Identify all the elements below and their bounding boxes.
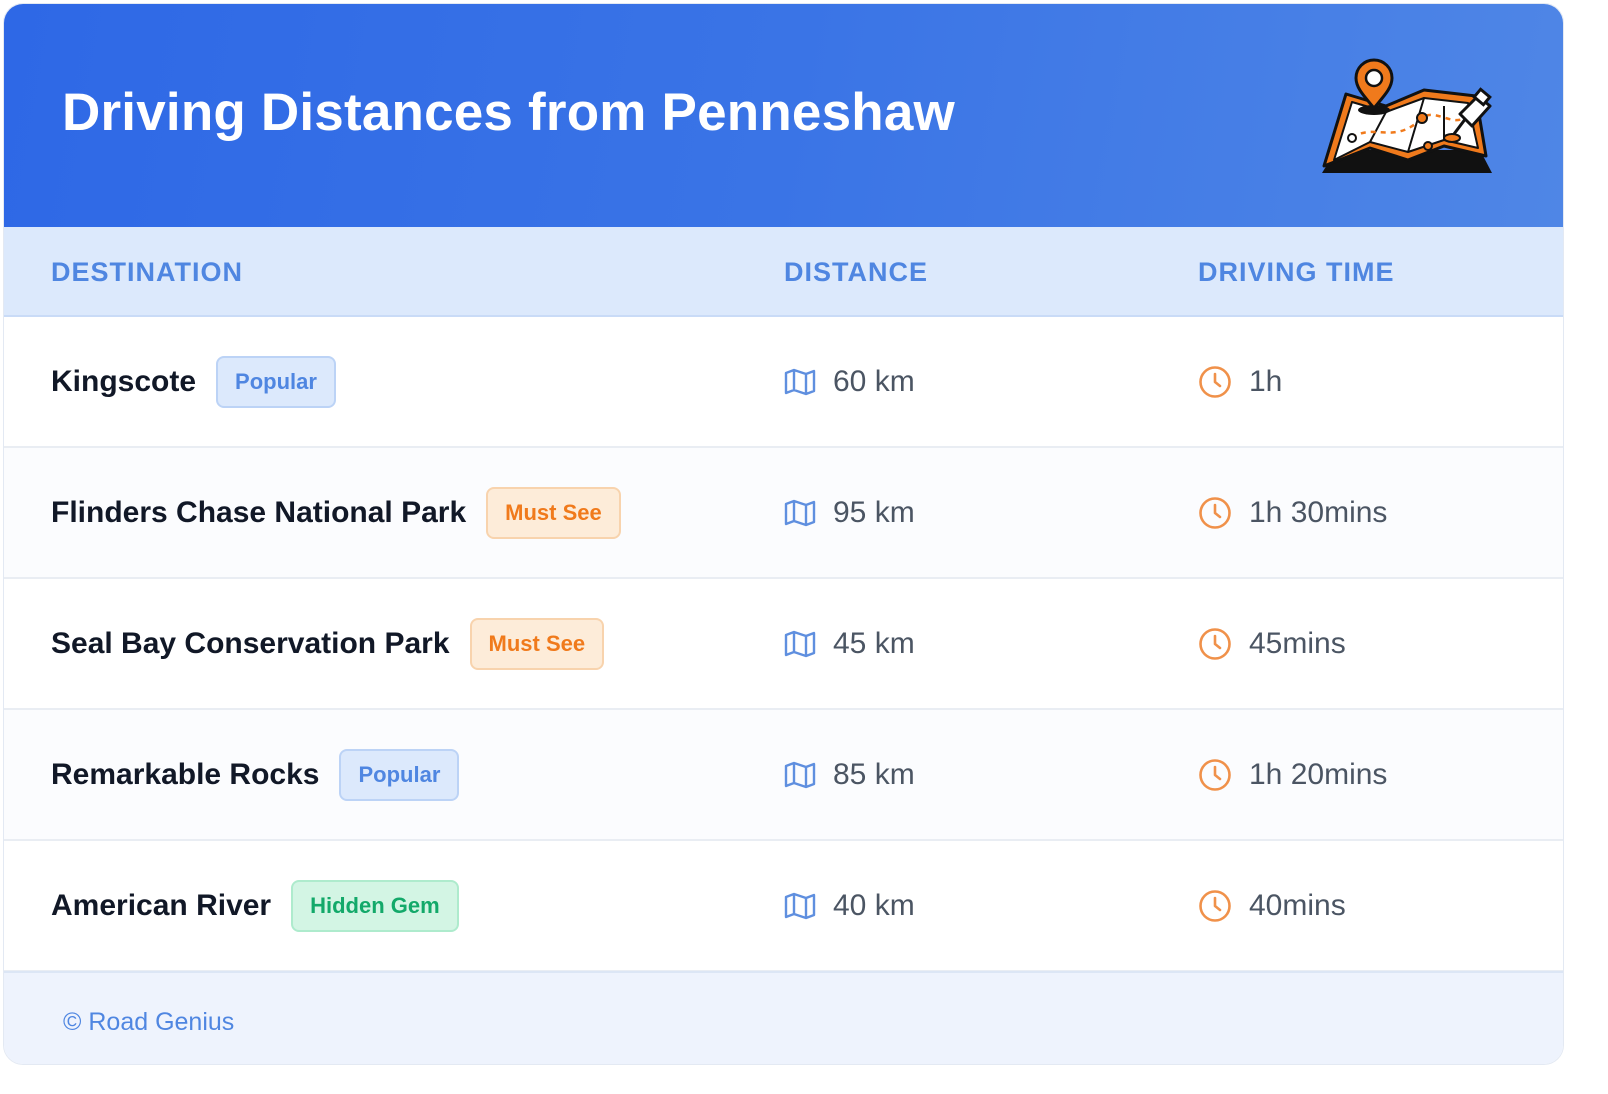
tag-badge: Hidden Gem [291, 879, 459, 932]
table-row: Flinders Chase National Park Must See 95… [4, 448, 1563, 579]
distance-cell: 60 km [784, 317, 915, 446]
distance-cell: 85 km [784, 710, 915, 839]
column-header-destination: DESTINATION [51, 257, 243, 287]
tag-badge: Must See [469, 617, 605, 670]
distance-value: 45 km [833, 626, 915, 660]
time-cell: 1h [1198, 317, 1282, 446]
time-value: 1h [1249, 364, 1283, 398]
clock-icon [1199, 496, 1231, 529]
time-value: 1h 30mins [1249, 495, 1388, 529]
table-row: Remarkable Rocks Popular 85 km 1h 20mins [4, 710, 1563, 841]
time-value: 40mins [1249, 888, 1346, 922]
destination-name: Seal Bay Conservation Park [51, 626, 450, 660]
table-header: DESTINATION DISTANCE DRIVING TIME [4, 227, 1563, 317]
distance-cell: 95 km [784, 448, 915, 577]
time-cell: 1h 20mins [1198, 710, 1387, 839]
clock-icon [1199, 758, 1231, 791]
time-value: 45mins [1249, 626, 1346, 660]
map-with-pins-icon [1322, 58, 1492, 173]
distance-cell: 40 km [784, 841, 915, 970]
time-cell: 40mins [1198, 841, 1346, 970]
table-row: Kingscote Popular 60 km 1h [4, 317, 1563, 448]
clock-icon [1199, 365, 1231, 398]
distance-card: Driving Distances from Penneshaw DESTINA… [3, 3, 1564, 1065]
tag-badge: Must See [486, 486, 621, 539]
destination-name: Remarkable Rocks [51, 757, 320, 791]
distance-value: 95 km [833, 495, 915, 529]
distance-value: 60 km [833, 364, 915, 398]
copyright-text: © Road Genius [63, 1008, 235, 1036]
map-icon [784, 761, 816, 788]
map-icon [784, 892, 816, 919]
map-icon [784, 630, 816, 657]
time-cell: 45mins [1198, 579, 1346, 708]
time-cell: 1h 30mins [1198, 448, 1387, 577]
destination-name: Kingscote [51, 364, 197, 398]
distance-cell: 45 km [784, 579, 915, 708]
distance-value: 40 km [833, 888, 915, 922]
column-header-distance: DISTANCE [784, 257, 929, 287]
clock-icon [1199, 889, 1231, 922]
destination-name: American River [51, 888, 272, 922]
table-row: Seal Bay Conservation Park Must See 45 k… [4, 579, 1563, 710]
page-title: Driving Distances from Penneshaw [62, 83, 955, 142]
distance-value: 85 km [833, 757, 915, 791]
time-value: 1h 20mins [1249, 757, 1388, 791]
header-banner: Driving Distances from Penneshaw [4, 4, 1563, 227]
table-row: American River Hidden Gem 40 km 40mins [4, 841, 1563, 972]
map-icon [784, 368, 816, 395]
map-icon [784, 499, 816, 526]
column-header-driving-time: DRIVING TIME [1198, 257, 1395, 287]
clock-icon [1199, 627, 1231, 660]
tag-badge: Popular [339, 748, 460, 801]
tag-badge: Popular [216, 355, 336, 408]
footer: © Road Genius [4, 971, 1563, 1064]
destination-name: Flinders Chase National Park [51, 495, 467, 529]
